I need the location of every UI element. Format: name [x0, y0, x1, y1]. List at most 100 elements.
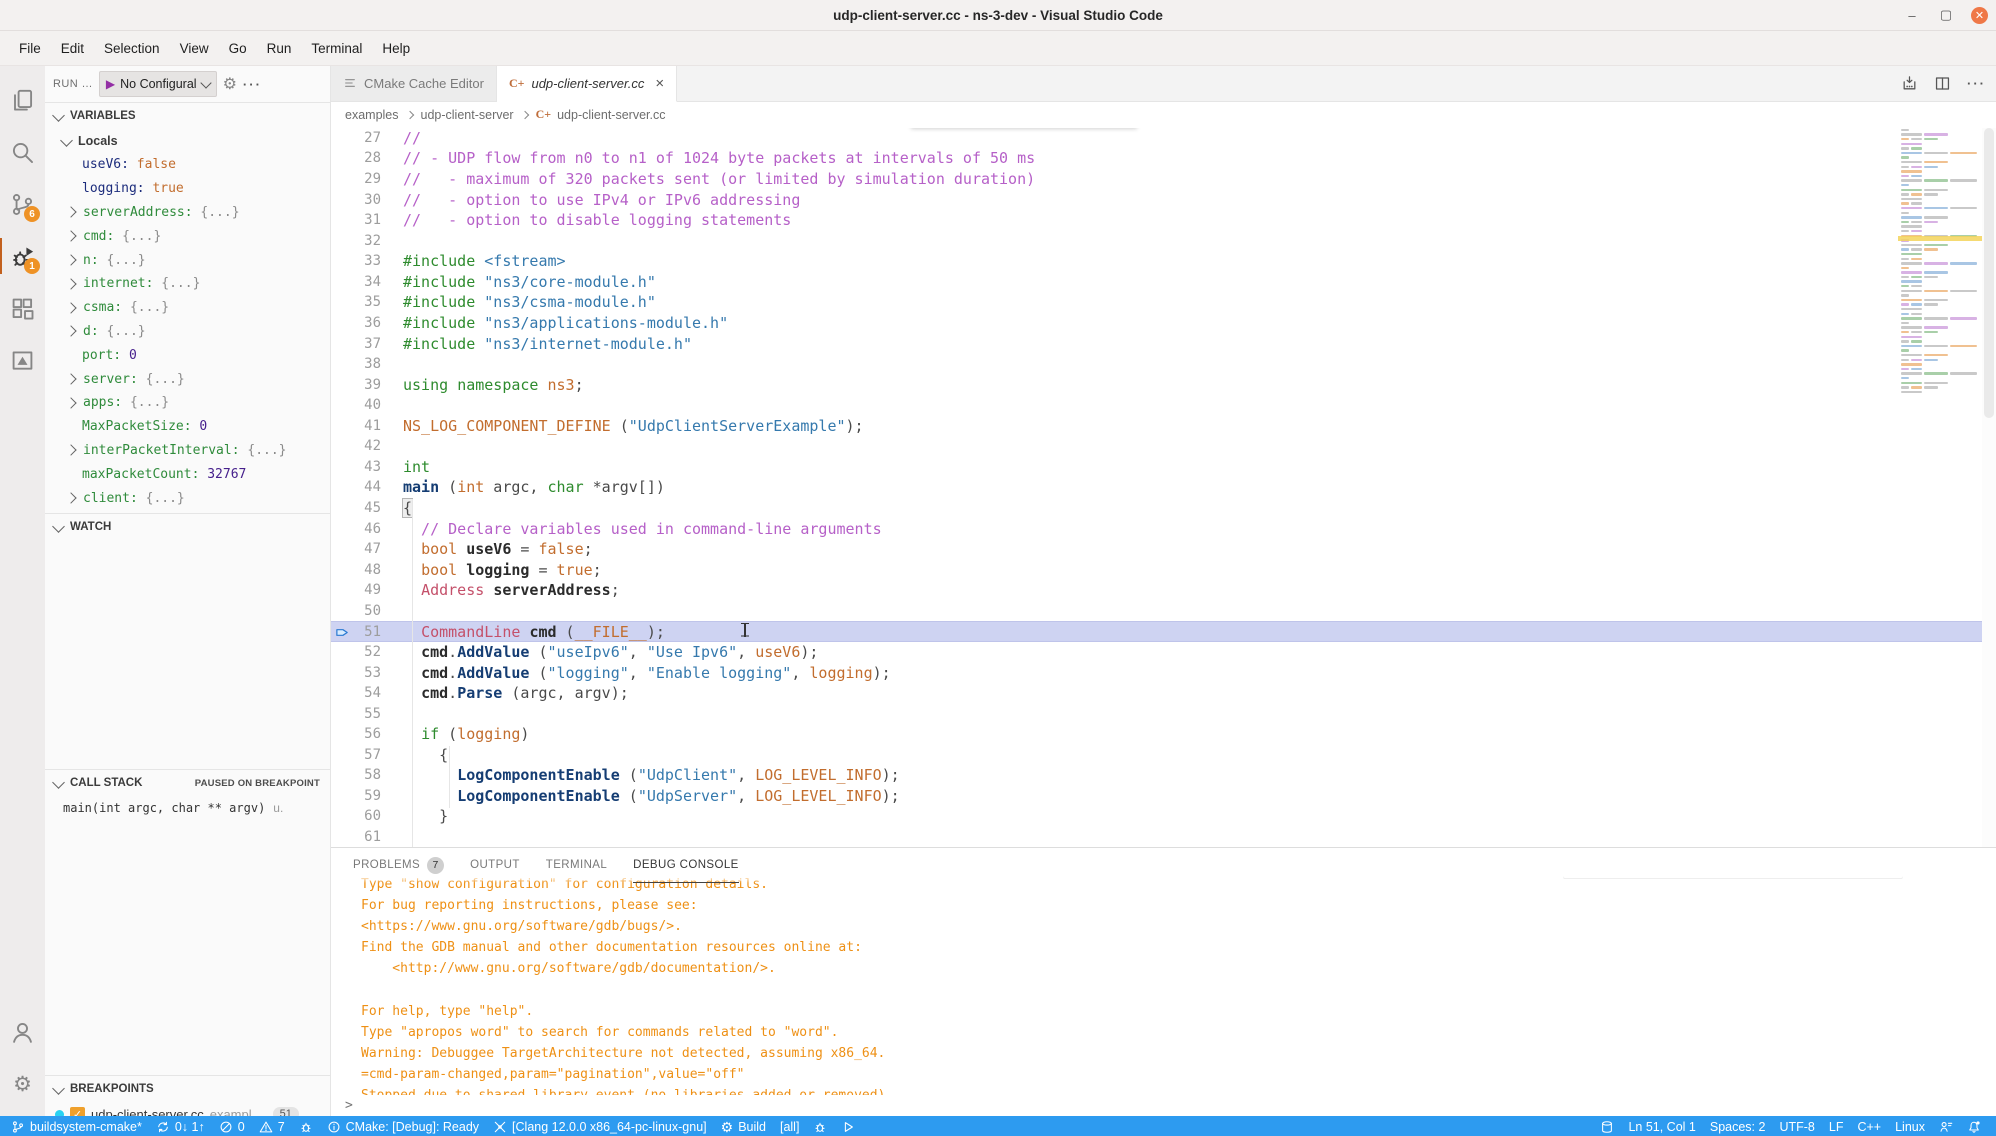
code-line-42[interactable]: 42: [331, 436, 1996, 457]
variables-header[interactable]: VARIABLES: [45, 103, 330, 129]
code-line-37[interactable]: 37#include "ns3/internet-module.h": [331, 334, 1996, 355]
menu-item-view[interactable]: View: [171, 37, 218, 60]
variable-row[interactable]: server: {...}: [45, 367, 330, 391]
status-c++[interactable]: C++: [1850, 1120, 1888, 1134]
activity-extensions-icon[interactable]: [0, 282, 45, 334]
variable-row[interactable]: client: {...}: [45, 486, 330, 510]
menu-item-edit[interactable]: Edit: [52, 37, 93, 60]
code-line-36[interactable]: 36#include "ns3/applications-module.h": [331, 313, 1996, 334]
code-line-43[interactable]: 43int: [331, 457, 1996, 478]
code-line-31[interactable]: 31// - option to disable logging stateme…: [331, 210, 1996, 231]
expand-chevron-icon[interactable]: [65, 278, 76, 289]
activity-account-icon[interactable]: [0, 1006, 45, 1058]
activity-search-icon[interactable]: [0, 126, 45, 178]
code-line-53[interactable]: 53 cmd.AddValue ("logging", "Enable logg…: [331, 663, 1996, 684]
activity-explorer-icon[interactable]: [0, 74, 45, 126]
close-button[interactable]: ✕: [1971, 7, 1988, 24]
code-line-27[interactable]: 27//: [331, 128, 1996, 149]
status-play[interactable]: [834, 1120, 862, 1134]
status-utf-8[interactable]: UTF-8: [1772, 1120, 1821, 1134]
status-all[interactable]: [all]: [773, 1120, 806, 1134]
variable-row[interactable]: serverAddress: {...}: [45, 201, 330, 225]
code-line-60[interactable]: 60 }: [331, 806, 1996, 827]
console-prompt[interactable]: >: [331, 1095, 1996, 1116]
status-ln-51-col-1[interactable]: Ln 51, Col 1: [1621, 1120, 1702, 1134]
status-build[interactable]: ⚙Build: [714, 1119, 773, 1136]
breadcrumb-item[interactable]: examples: [345, 108, 399, 122]
variable-row[interactable]: d: {...}: [45, 320, 330, 344]
expand-chevron-icon[interactable]: [65, 254, 76, 265]
debug-settings-gear-icon[interactable]: ⚙: [223, 74, 237, 94]
start-debug-icon[interactable]: ▶: [106, 77, 115, 91]
menu-item-run[interactable]: Run: [258, 37, 301, 60]
menu-item-selection[interactable]: Selection: [95, 37, 169, 60]
breakpoints-header[interactable]: BREAKPOINTS: [45, 1076, 330, 1102]
code-line-54[interactable]: 54 cmd.Parse (argc, argv);: [331, 683, 1996, 704]
code-line-38[interactable]: 38: [331, 354, 1996, 375]
tab-cmake-cache-editor[interactable]: CMake Cache Editor: [331, 66, 497, 101]
variable-row[interactable]: n: {...}: [45, 248, 330, 272]
breadcrumb-item[interactable]: udp-client-server: [421, 108, 514, 122]
minimap[interactable]: [1898, 128, 1982, 428]
code-line-51[interactable]: 51 CommandLine cmd (__FILE__);: [331, 621, 1996, 642]
code-line-44[interactable]: 44main (int argc, char *argv[]): [331, 477, 1996, 498]
editor-scrollbar[interactable]: [1982, 128, 1996, 847]
menu-item-help[interactable]: Help: [373, 37, 419, 60]
maximize-button[interactable]: ▢: [1937, 6, 1955, 24]
code-line-46[interactable]: 46 // Declare variables used in command-…: [331, 519, 1996, 540]
variable-row[interactable]: logging: true: [45, 177, 330, 201]
scope-locals[interactable]: Locals: [45, 129, 330, 153]
code-line-47[interactable]: 47 bool useV6 = false;: [331, 539, 1996, 560]
status-spaces-2[interactable]: Spaces: 2: [1703, 1120, 1773, 1134]
status-clang-12-0-0-x86-64-pc-linux-gnu[interactable]: [Clang 12.0.0 x86_64-pc-linux-gnu]: [486, 1120, 714, 1134]
panel-tab-debug-console[interactable]: DEBUG CONSOLE: [633, 848, 739, 883]
tab-udp-client-server-cc[interactable]: C+udp-client-server.cc×: [497, 66, 677, 102]
expand-chevron-icon[interactable]: [65, 207, 76, 218]
expand-chevron-icon[interactable]: [65, 302, 76, 313]
code-line-35[interactable]: 35#include "ns3/csma-module.h": [331, 292, 1996, 313]
code-line-29[interactable]: 29// - maximum of 320 packets sent (or l…: [331, 169, 1996, 190]
variable-row[interactable]: maxPacketCount: 32767: [45, 462, 330, 486]
code-line-59[interactable]: 59 LogComponentEnable ("UdpServer", LOG_…: [331, 786, 1996, 807]
breadcrumb-item[interactable]: udp-client-server.cc: [557, 108, 665, 122]
status-cmake-debug-ready[interactable]: CMake: [Debug]: Ready: [320, 1120, 486, 1134]
run-or-debug-icon[interactable]: [1901, 75, 1918, 92]
status-feedback[interactable]: [1932, 1120, 1960, 1134]
code-line-55[interactable]: 55: [331, 704, 1996, 725]
status-0-1[interactable]: 0↓ 1↑: [149, 1120, 212, 1134]
activity-settings-icon[interactable]: ⚙: [0, 1058, 45, 1110]
menu-item-terminal[interactable]: Terminal: [302, 37, 371, 60]
minimize-button[interactable]: –: [1903, 6, 1921, 24]
variable-row[interactable]: port: 0: [45, 343, 330, 367]
split-editor-icon[interactable]: [1934, 75, 1951, 92]
status-bug[interactable]: [806, 1120, 834, 1134]
code-line-39[interactable]: 39using namespace ns3;: [331, 375, 1996, 396]
variable-row[interactable]: useV6: false: [45, 153, 330, 177]
panel-tab-terminal[interactable]: TERMINAL: [546, 848, 607, 883]
code-editor[interactable]: 27//28// - UDP flow from n0 to n1 of 102…: [331, 128, 1996, 847]
status-lf[interactable]: LF: [1822, 1120, 1851, 1134]
launch-configuration-dropdown[interactable]: ▶ No Configural: [99, 71, 217, 97]
code-line-30[interactable]: 30// - option to use IPv4 or IPv6 addres…: [331, 190, 1996, 211]
code-line-34[interactable]: 34#include "ns3/core-module.h": [331, 272, 1996, 293]
views-more-icon[interactable]: ···: [243, 77, 262, 92]
debug-console-output[interactable]: Type "show configuration" for configurat…: [331, 874, 1996, 1095]
status-7[interactable]: 7: [252, 1120, 292, 1134]
menu-item-go[interactable]: Go: [220, 37, 256, 60]
expand-chevron-icon[interactable]: [65, 326, 76, 337]
code-line-50[interactable]: 50: [331, 601, 1996, 622]
menu-item-file[interactable]: File: [10, 37, 50, 60]
watch-header[interactable]: WATCH: [45, 514, 330, 540]
breakpoint-checkbox[interactable]: ✓: [70, 1107, 85, 1117]
code-line-49[interactable]: 49 Address serverAddress;: [331, 580, 1996, 601]
expand-chevron-icon[interactable]: [65, 397, 76, 408]
expand-chevron-icon[interactable]: [65, 492, 76, 503]
activity-cmake-icon[interactable]: [0, 334, 45, 386]
code-line-41[interactable]: 41NS_LOG_COMPONENT_DEFINE ("UdpClientSer…: [331, 416, 1996, 437]
status-0[interactable]: 0: [212, 1120, 252, 1134]
editor-more-actions-icon[interactable]: ···: [1967, 76, 1986, 91]
expand-chevron-icon[interactable]: [65, 231, 76, 242]
panel-tab-output[interactable]: OUTPUT: [470, 848, 520, 883]
variable-row[interactable]: MaxPacketSize: 0: [45, 415, 330, 439]
status-linux[interactable]: Linux: [1888, 1120, 1932, 1134]
